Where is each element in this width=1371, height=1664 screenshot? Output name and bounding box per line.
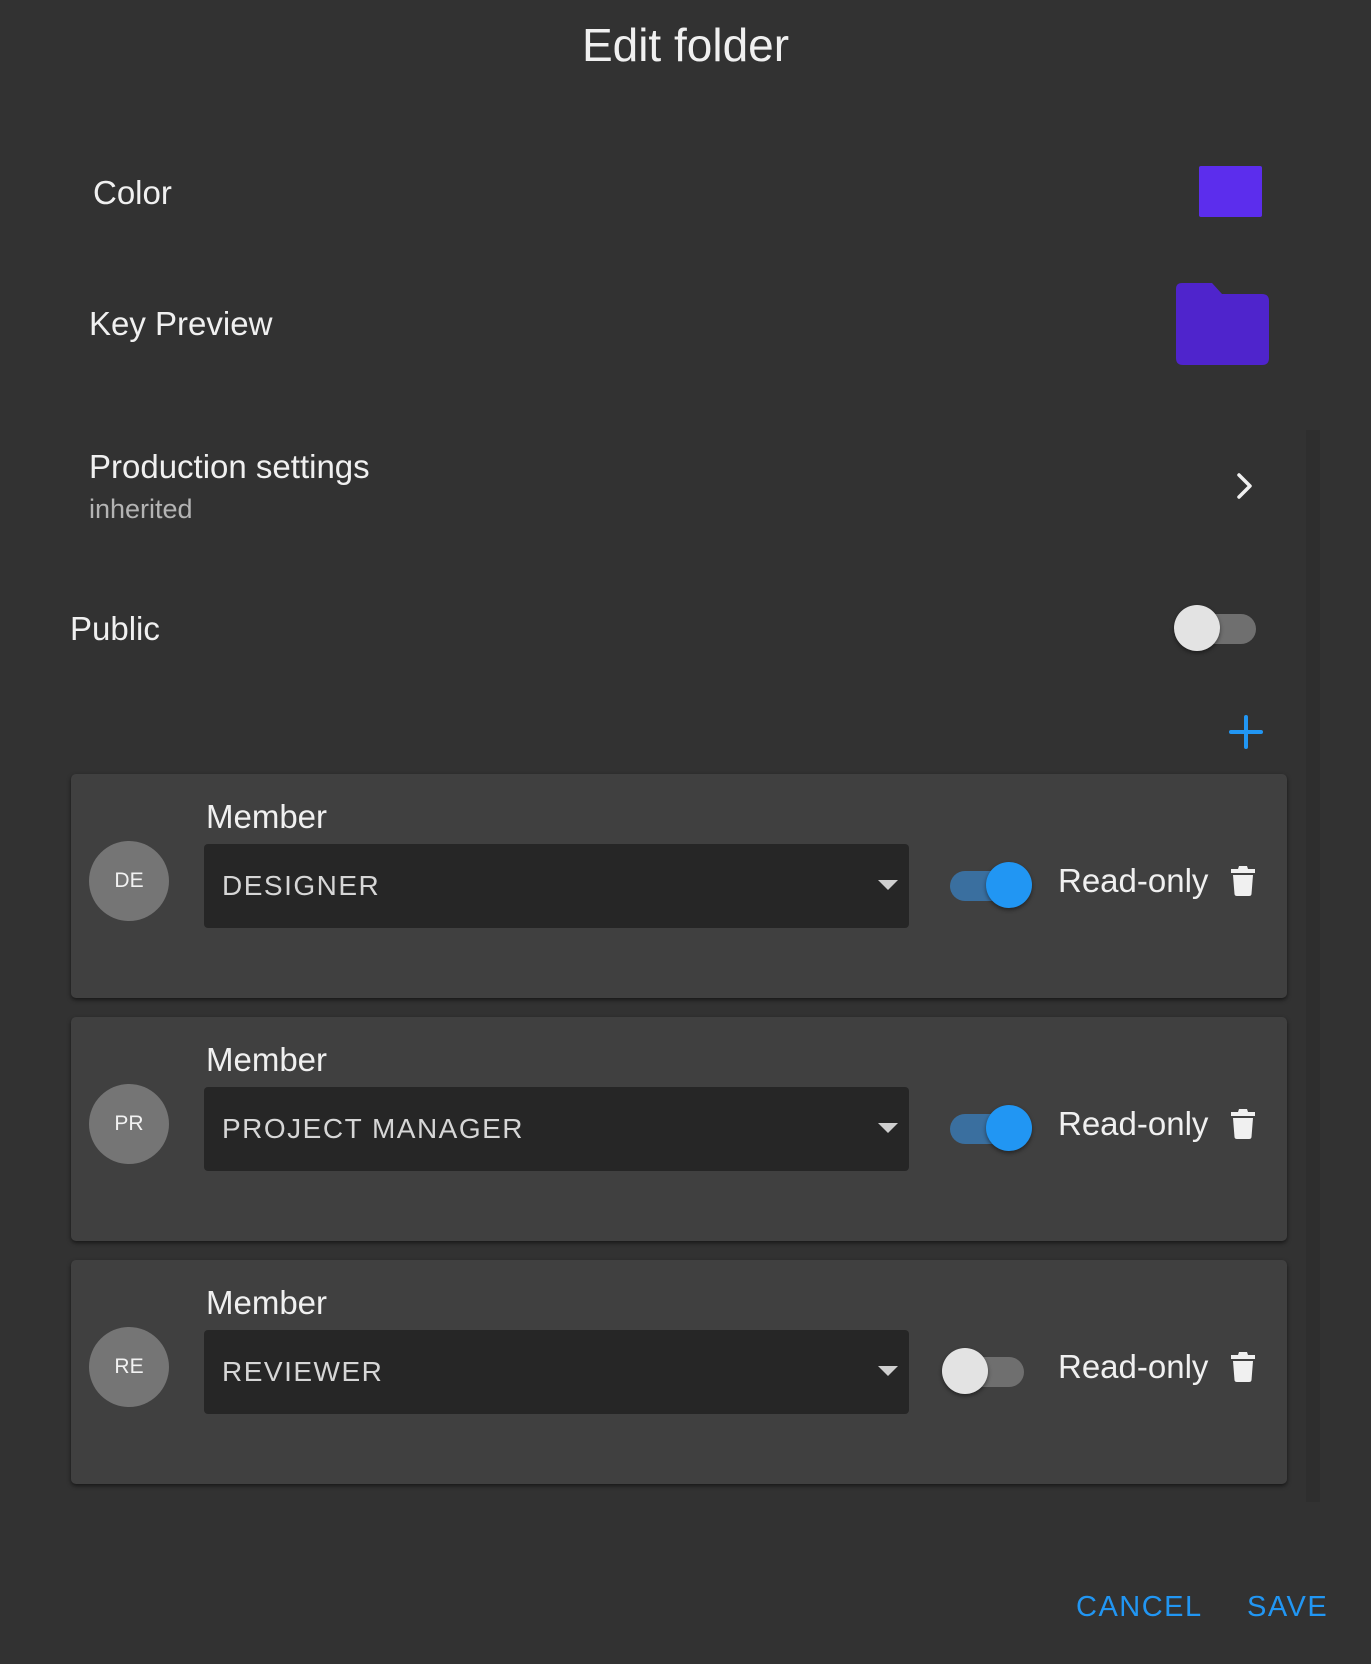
member-card: RE Member REVIEWER Read-only — [71, 1260, 1287, 1484]
dropdown-arrow-icon — [878, 1366, 898, 1376]
save-button[interactable]: SAVE — [1247, 1591, 1328, 1624]
toggle-thumb — [986, 862, 1032, 908]
public-label: Public — [70, 610, 160, 647]
scrollbar-track[interactable] — [1306, 430, 1320, 1502]
member-role-select[interactable]: DESIGNER — [204, 844, 909, 928]
production-settings-value: inherited — [89, 494, 193, 524]
read-only-label: Read-only — [1058, 1105, 1209, 1142]
read-only-toggle[interactable] — [942, 860, 1032, 910]
color-label: Color — [93, 174, 172, 211]
avatar: PR — [89, 1084, 169, 1164]
dropdown-arrow-icon — [878, 1123, 898, 1133]
folder-icon — [1176, 283, 1269, 365]
member-label: Member — [206, 1041, 328, 1078]
edit-folder-dialog: Edit folder Color Key Preview Production… — [0, 0, 1371, 1664]
public-toggle[interactable] — [1174, 603, 1264, 653]
member-label: Member — [206, 1284, 328, 1321]
read-only-toggle[interactable] — [942, 1103, 1032, 1153]
member-role-select[interactable]: PROJECT MANAGER — [204, 1087, 909, 1171]
dialog-title: Edit folder — [581, 19, 790, 71]
toggle-thumb — [986, 1105, 1032, 1151]
member-role-value: PROJECT MANAGER — [222, 1113, 525, 1144]
member-role-value: DESIGNER — [222, 870, 381, 901]
toggle-thumb — [1174, 605, 1220, 651]
member-role-value: REVIEWER — [222, 1356, 384, 1387]
avatar: RE — [89, 1327, 169, 1407]
cancel-button[interactable]: CANCEL — [1076, 1591, 1203, 1624]
toggle-thumb — [942, 1348, 988, 1394]
trash-icon[interactable] — [1231, 1109, 1255, 1139]
read-only-label: Read-only — [1058, 1348, 1209, 1385]
color-swatch[interactable] — [1199, 166, 1262, 217]
read-only-label: Read-only — [1058, 862, 1209, 899]
dropdown-arrow-icon — [878, 880, 898, 890]
plus-icon[interactable] — [1228, 714, 1264, 750]
trash-icon[interactable] — [1231, 866, 1255, 896]
production-settings-label: Production settings — [89, 448, 370, 485]
avatar: DE — [89, 841, 169, 921]
trash-icon[interactable] — [1231, 1352, 1255, 1382]
member-card: PR Member PROJECT MANAGER Read-only — [71, 1017, 1287, 1241]
read-only-toggle[interactable] — [942, 1346, 1032, 1396]
member-role-select[interactable]: REVIEWER — [204, 1330, 909, 1414]
member-label: Member — [206, 798, 328, 835]
key-preview-label: Key Preview — [89, 305, 273, 342]
chevron-right-icon[interactable] — [1232, 470, 1258, 502]
member-card: DE Member DESIGNER Read-only — [71, 774, 1287, 998]
